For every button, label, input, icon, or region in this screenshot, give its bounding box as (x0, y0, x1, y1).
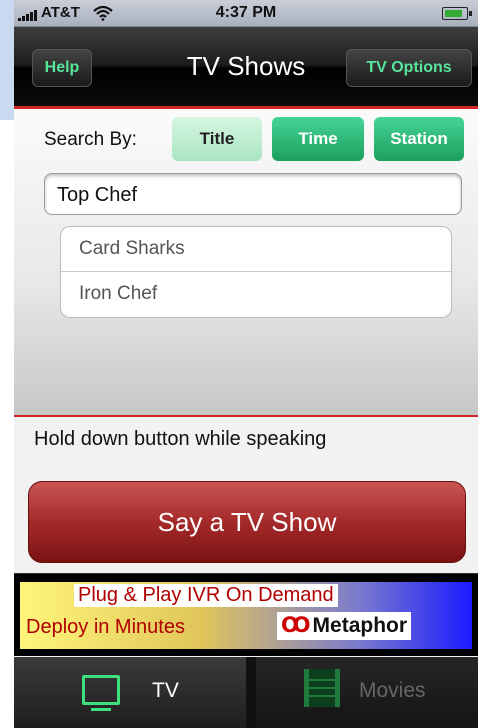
battery-fill (445, 10, 462, 17)
metaphor-mark-icon: Ꝏ (281, 614, 311, 637)
say-tv-show-button[interactable]: Say a TV Show (28, 481, 466, 563)
tab-bar: TV Movies (14, 657, 478, 728)
tv-icon (82, 675, 120, 711)
phone-screen: AT&T 4:37 PM Help TV Shows TV Options Se… (14, 0, 478, 728)
metaphor-logo: ꝎMetaphor (277, 612, 412, 640)
ad-headline: Plug & Play IVR On Demand (74, 584, 338, 607)
metaphor-brand-name: Metaphor (312, 614, 408, 637)
battery-icon (442, 7, 472, 20)
status-bar: AT&T 4:37 PM (14, 0, 478, 27)
tab-movies-label: Movies (359, 679, 426, 702)
ad-banner: Plug & Play IVR On Demand Deploy in Minu… (14, 573, 478, 656)
segment-station[interactable]: Station (374, 117, 464, 161)
suggestion-list: Card Sharks Iron Chef (60, 226, 452, 318)
tab-tv-label: TV (152, 679, 179, 702)
search-input[interactable]: Top Chef (44, 173, 462, 215)
film-icon (304, 669, 340, 707)
navigation-bar: Help TV Shows TV Options (14, 27, 478, 109)
search-by-label: Search By: (44, 129, 137, 150)
ad-link[interactable]: Plug & Play IVR On Demand Deploy in Minu… (20, 582, 472, 649)
ad-subline: Deploy in Minutes (26, 616, 185, 638)
segment-title[interactable]: Title (172, 117, 262, 161)
speak-hint: Hold down button while speaking (34, 428, 327, 450)
tab-movies[interactable]: Movies (256, 657, 478, 728)
suggestion-item[interactable]: Iron Chef (61, 271, 451, 316)
tv-options-button[interactable]: TV Options (346, 49, 472, 87)
status-time: 4:37 PM (215, 4, 277, 21)
segment-time[interactable]: Time (272, 117, 364, 161)
suggestion-item[interactable]: Card Sharks (61, 227, 451, 271)
tab-tv[interactable]: TV (14, 657, 246, 728)
search-panel: Search By: Title Time Station Top Chef C… (14, 109, 478, 417)
